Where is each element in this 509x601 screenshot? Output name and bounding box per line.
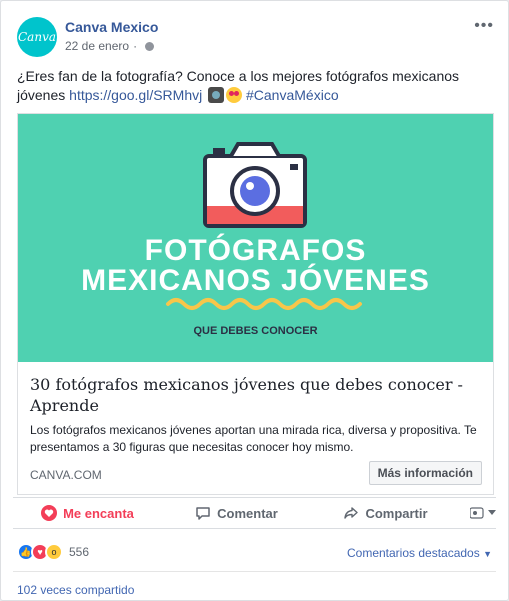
preview-image-title-1: FOTÓGRAFOS [144,234,367,267]
page-name-link[interactable]: Canva Mexico [65,19,158,35]
wow-reaction-icon: o [45,543,63,561]
share-button[interactable]: Compartir [311,505,460,521]
preview-image[interactable]: FOTÓGRAFOS MEXICANOS JÓVENES QUE DEBES C… [18,114,493,362]
action-bar: Me encanta Comentar Compartir [13,497,496,529]
more-dots-icon[interactable]: ••• [474,17,494,35]
share-icon [344,507,359,519]
comment-label: Comentar [217,505,278,521]
preview-image-subtitle: QUE DEBES CONOCER [193,325,318,337]
more-info-button[interactable]: Más información [368,461,482,485]
comment-icon [196,507,210,520]
featured-comments-label: Comentarios destacados [346,546,480,560]
globe-icon [145,41,155,51]
chevron-down-icon: ▼ [483,549,492,559]
chevron-down-icon [488,510,496,515]
love-label: Me encanta [63,505,134,521]
share-label: Compartir [365,505,428,521]
post-header: Canva Canva Mexico 22 de enero · ••• [17,17,496,61]
reactions-count[interactable]: 556 [69,545,89,559]
page-avatar[interactable]: Canva [17,17,57,57]
comment-button[interactable]: Comentar [162,505,311,521]
camera-emoji-icon [208,87,225,103]
reactions-summary[interactable]: 👍 ♥ o 556 [17,543,89,561]
preview-body[interactable]: 30 fotógrafos mexicanos jóvenes que debe… [18,362,493,494]
love-button[interactable]: Me encanta [13,505,162,521]
link-preview[interactable]: FOTÓGRAFOS MEXICANOS JÓVENES QUE DEBES C… [17,113,494,495]
divider [13,571,496,572]
preview-description: Los fotógrafos mexicanos jóvenes aportan… [30,423,477,454]
heart-eyes-emoji-icon [226,87,243,103]
heart-icon [41,505,58,521]
featured-comments-dropdown[interactable]: Comentarios destacados ▼ [347,546,492,560]
preview-domain: CANVA.COM [30,468,102,482]
page-avatar-mini-icon [470,507,484,519]
preview-image-title-2: MEXICANOS JÓVENES [81,264,430,297]
post-date[interactable]: 22 de enero [65,39,129,53]
preview-title[interactable]: 30 fotógrafos mexicanos jóvenes que debe… [30,374,470,416]
audience-selector[interactable] [460,507,496,519]
post-link[interactable]: https://goo.gl/SRMhvj [69,87,202,103]
shares-count[interactable]: 102 veces compartido [17,583,134,597]
hashtag-link[interactable]: #CanvaMéxico [246,87,339,103]
post-meta: 22 de enero · [65,39,155,53]
post-card: Canva Canva Mexico 22 de enero · ••• ¿Er… [0,0,509,601]
post-text: ¿Eres fan de la fotografía? Conoce a los… [17,67,497,105]
